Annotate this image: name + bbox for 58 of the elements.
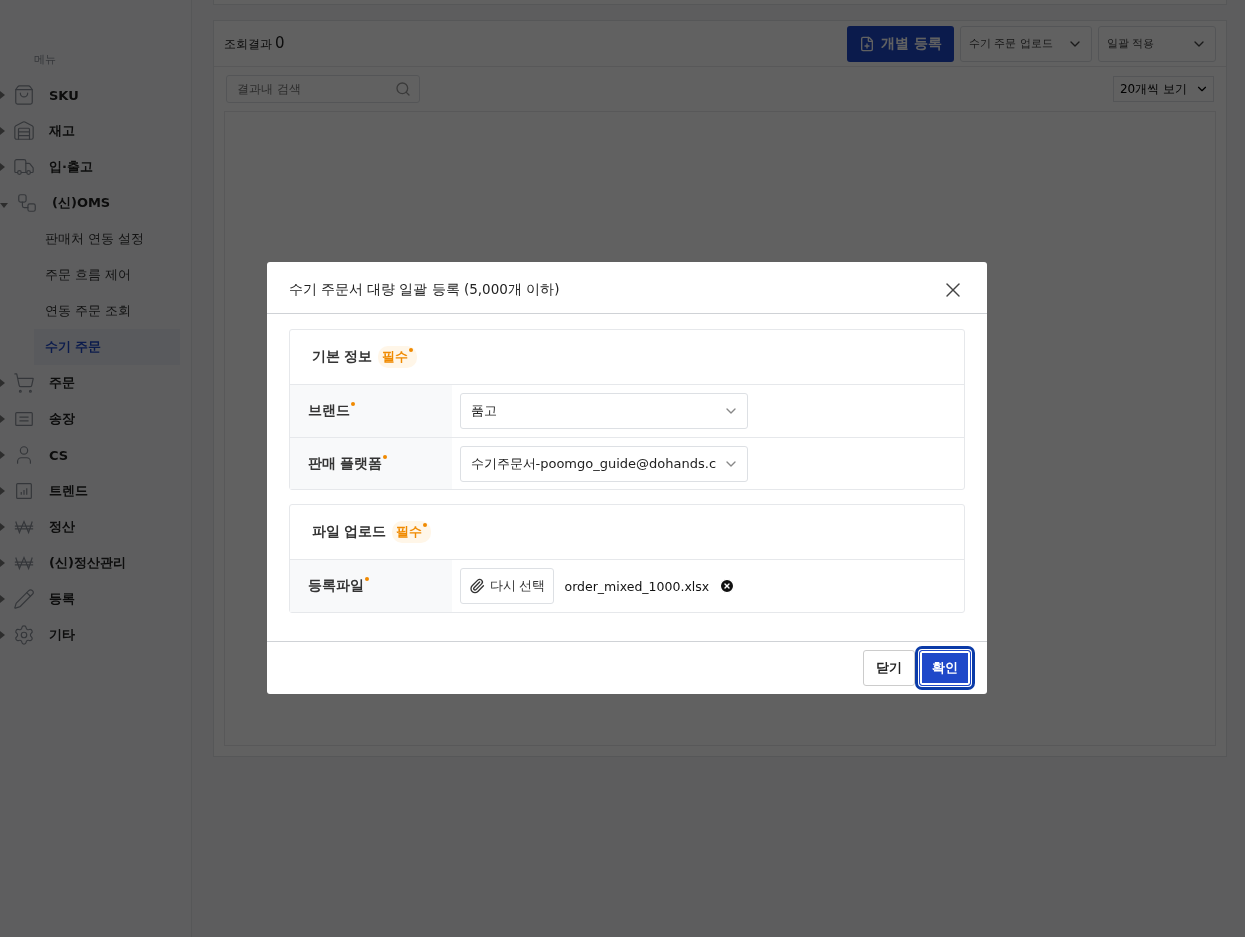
caret-icon[interactable] [0,415,5,423]
caret-icon[interactable] [0,202,8,208]
sidebar-item[interactable]: 재고 [49,122,75,140]
cart-icon [13,372,35,394]
caret-icon[interactable] [0,379,5,387]
caret-icon[interactable] [0,91,5,99]
required-badge: 필수 [392,521,432,543]
search-icon [395,81,411,97]
sidebar-subitem[interactable]: 주문 흐름 제어 [34,257,180,293]
reselect-button[interactable]: 다시 선택 [459,568,555,604]
caret-icon[interactable] [0,451,5,459]
file-plus-icon [859,35,876,52]
bar-chart-icon [13,480,35,502]
settings-icon [13,624,35,646]
field-label: 등록파일 [289,560,452,612]
field-label: 판매 플랫폼 [289,438,452,489]
remove-icon[interactable] [719,578,736,594]
dropdown[interactable]: 수기 주문 업로드 [960,25,1092,62]
paperclip-icon [468,578,485,594]
caret-icon[interactable] [0,487,5,495]
caret-icon[interactable] [0,559,5,567]
section-title: 기본 정보 [311,348,373,366]
sidebar-item[interactable]: SKU [49,87,79,103]
section-title: 파일 업로드 [311,523,387,541]
sidebar-item[interactable]: 주문 [49,374,75,392]
bag-icon [13,84,35,106]
cancel-button[interactable]: 닫기 [862,650,915,686]
caret-icon[interactable] [0,163,5,171]
sidebar-item[interactable]: (신)OMS [52,194,111,212]
sidebar-subitem[interactable]: 수기 주문 [34,329,180,365]
sidebar-item[interactable]: 송장 [49,410,75,428]
select-field[interactable]: 품고 [459,393,748,429]
page-size-select[interactable]: 20개씩 보기 [1112,76,1214,102]
caret-icon[interactable] [0,595,5,603]
file-name: order_mixed_1000.xlsx [564,578,710,594]
warehouse-icon [13,120,35,142]
sidebar-item[interactable]: (신)정산관리 [49,554,126,572]
pencil-icon [13,588,35,610]
required-badge: 필수 [378,346,418,368]
caret-icon[interactable] [0,523,5,531]
workflow-icon [16,192,38,214]
truck-icon [13,156,35,178]
caret-icon[interactable] [0,631,5,639]
select-field[interactable]: 수기주문서-poomgo_guide@dohands.c [459,445,748,482]
sidebar-item[interactable]: 정산 [49,518,75,536]
modal-title: 수기 주문서 대량 일괄 등록 (5,000개 이하) [288,280,560,299]
sidebar-item[interactable]: 트렌드 [49,482,88,500]
sidebar-item[interactable]: 기타 [49,626,75,644]
sidebar-item[interactable]: 입·출고 [49,158,93,176]
dropdown[interactable]: 일괄 적용 [1098,25,1216,62]
result-count: 조회결과 0 [224,34,285,53]
add-button[interactable]: 개별 등록 [847,25,954,62]
sidebar-item[interactable]: 등록 [49,590,75,608]
sidebar-item[interactable]: CS [49,447,69,463]
caret-icon[interactable] [0,127,5,135]
field-label: 브랜드 [289,385,452,437]
sidebar-subitem[interactable]: 연동 주문 조회 [34,293,180,329]
sidebar-subitem[interactable]: 판매처 연동 설정 [34,221,180,257]
